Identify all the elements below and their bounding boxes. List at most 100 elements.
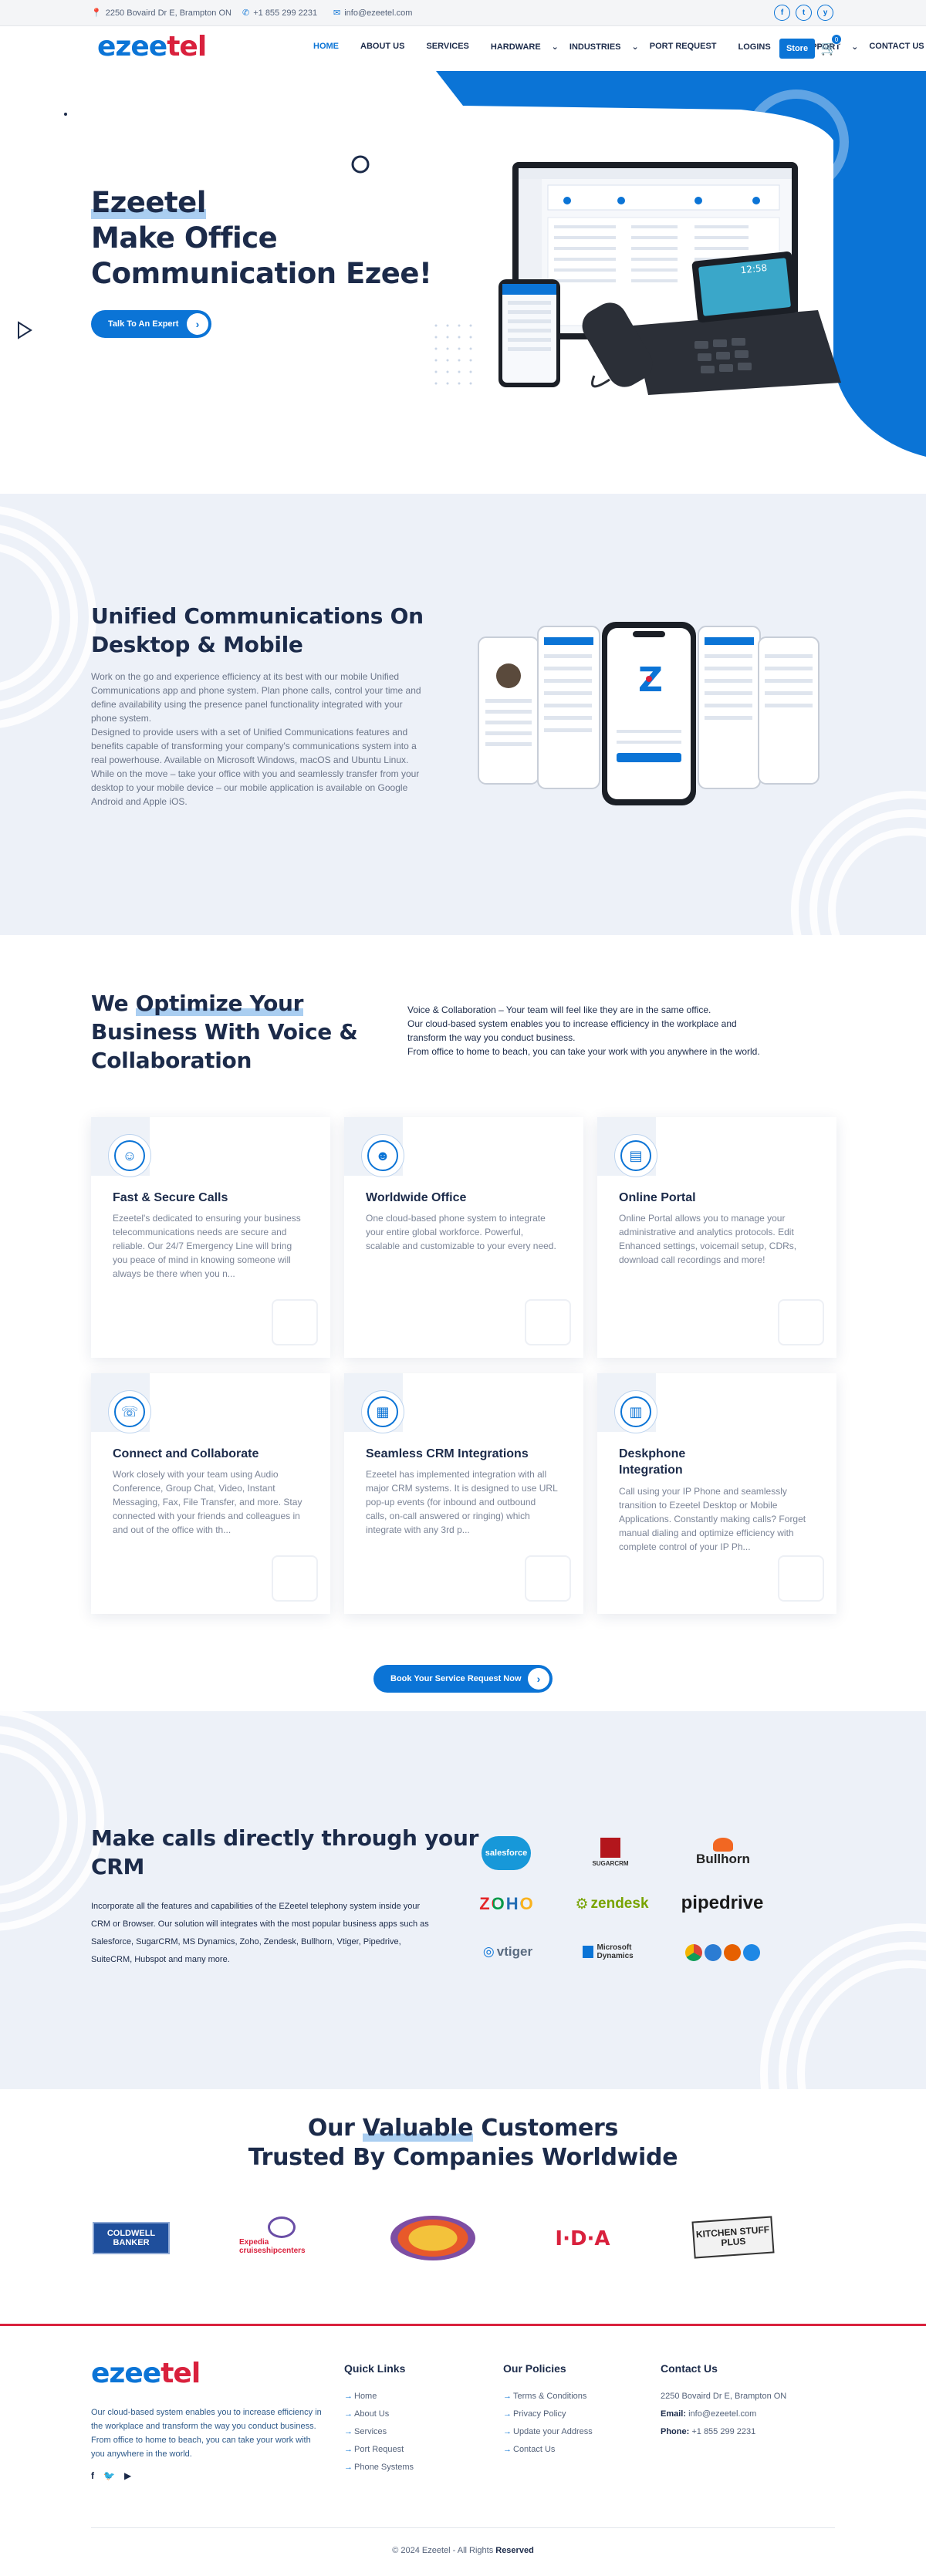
feature-card-deskphone[interactable]: ▥ Deskphone Integration Call using your …: [597, 1373, 836, 1614]
book-service-request-button[interactable]: Book Your Service Request Now ›: [373, 1665, 553, 1693]
uc-description: Work on the go and experience efficiency…: [91, 670, 431, 809]
footer-link-phone-systems[interactable]: → Phone Systems: [344, 2463, 414, 2472]
nav-home[interactable]: HOME: [313, 42, 350, 52]
circus-brand-logo: [390, 2216, 475, 2260]
customers-title-word: Our: [307, 2115, 363, 2142]
sugarcrm-label: SUGARCRM: [592, 1860, 629, 1867]
store-button[interactable]: Store: [779, 39, 815, 59]
hero-dot-pattern: [434, 324, 472, 385]
footer-link-privacy[interactable]: → Privacy Policy: [503, 2409, 593, 2419]
chevron-down-icon: ⌄: [551, 42, 559, 52]
youtube-icon[interactable]: y: [817, 5, 833, 21]
hero-line-2: Make Office: [91, 221, 278, 255]
footer-contact: Contact Us 2250 Bovaird Dr E, Brampton O…: [661, 2362, 846, 2445]
kitchen-stuff-plus-logo: KITCHEN STUFF PLUS: [691, 2216, 775, 2259]
firefox-icon: [723, 1944, 741, 1961]
feature-card-collaborate[interactable]: ☏ Connect and Collaborate Work closely w…: [91, 1373, 330, 1614]
footer-link-terms[interactable]: → Terms & Conditions: [503, 2392, 593, 2401]
copyright: © 2024 Ezeetel - All Rights Reserved: [0, 2546, 926, 2555]
collaborate-icon: ☏: [114, 1396, 145, 1427]
footer-link-contact[interactable]: → Contact Us: [503, 2445, 593, 2454]
hero-line-brand: Ezeetel: [91, 185, 431, 221]
bullhorn-logo: Bullhorn: [688, 1833, 758, 1872]
arrow-right-icon: ›: [187, 313, 208, 335]
footer-link-port-request[interactable]: → Port Request: [344, 2445, 414, 2454]
footer-link-home[interactable]: → Home: [344, 2392, 414, 2401]
chrome-icon: [684, 1944, 702, 1961]
footer-link-update-address[interactable]: → Update your Address: [503, 2427, 593, 2436]
nav-hardware[interactable]: HARDWARE ⌄: [491, 42, 559, 52]
ezeetel-logo[interactable]: ezeetel: [97, 31, 207, 62]
footer-phone-value[interactable]: +1 855 299 2231: [691, 2427, 755, 2436]
optimize-desc-line: transform the way you conduct business.: [407, 1032, 576, 1043]
nav-industries[interactable]: INDUSTRIES ⌄: [569, 42, 639, 52]
phone-text[interactable]: +1 855 299 2231: [253, 8, 317, 18]
sugarcrm-logo: SUGARCRM: [583, 1833, 637, 1872]
hero-brand-word: Ezeetel: [91, 186, 206, 219]
footer-link-label: Terms & Conditions: [513, 2392, 587, 2401]
arrow-right-icon: ›: [528, 1668, 549, 1690]
sugarcrm-cube-icon: [600, 1838, 620, 1858]
ida-logo: I·D·A: [555, 2227, 610, 2250]
nav-services[interactable]: SERVICES: [426, 42, 479, 52]
customers-title: Our Valuable Customers Trusted By Compan…: [0, 2114, 926, 2173]
main-header: ezeetel HOME ABOUT US SERVICES HARDWARE ⌄…: [0, 26, 926, 71]
expedia-cruise-logo: Expedia cruiseshipcenters: [239, 2214, 324, 2257]
uc-paragraph: Designed to provide users with a set of …: [91, 727, 417, 765]
zendesk-logo: ⚙ zendesk: [569, 1892, 654, 1916]
card-text: Online Portal allows you to manage your …: [619, 1213, 797, 1265]
footer-ezeetel-logo[interactable]: ezeetel: [91, 2358, 201, 2389]
footer-email-value[interactable]: info@ezeetel.com: [688, 2409, 756, 2419]
facebook-icon[interactable]: f: [91, 2470, 94, 2481]
zoho-logo: ZOHO: [472, 1892, 542, 1916]
twitter-icon[interactable]: t: [796, 5, 812, 21]
browser-logos: [684, 1941, 761, 1964]
customers-title-word: Customers: [473, 2115, 619, 2142]
nav-label: HOME: [313, 42, 339, 51]
vtiger-logo: ◎ vtiger: [472, 1940, 543, 1964]
crm-title-line1: Make calls directly through your: [91, 1825, 479, 1851]
nav-label: ABOUT US: [360, 42, 405, 51]
feature-card-secure-calls[interactable]: ☺ Fast & Secure Calls Ezeetel's dedicate…: [91, 1117, 330, 1358]
uc-title: Unified Communications On Desktop & Mobi…: [91, 602, 424, 659]
deskphone-icon: ▥: [620, 1396, 651, 1427]
vtiger-label: vtiger: [496, 1944, 533, 1959]
crm-title: Make calls directly through your CRM: [91, 1824, 478, 1881]
talk-to-expert-button[interactable]: Talk To An Expert ›: [91, 310, 211, 338]
talk-to-expert-label: Talk To An Expert: [108, 319, 179, 329]
nav-port-request[interactable]: PORT REQUEST: [650, 42, 728, 52]
nav-about-us[interactable]: ABOUT US: [360, 42, 415, 52]
footer-link-about[interactable]: → About Us: [344, 2409, 414, 2419]
facebook-icon[interactable]: f: [774, 5, 790, 21]
footer-link-label: Home: [354, 2392, 377, 2401]
expedia-cruise-label: Expedia cruiseshipcenters: [239, 2238, 306, 2255]
twitter-icon[interactable]: 🐦: [103, 2470, 115, 2481]
nav-label: INDUSTRIES: [569, 42, 621, 52]
footer-email[interactable]: Email: info@ezeetel.com: [661, 2409, 846, 2419]
feature-card-online-portal[interactable]: ▤ Online Portal Online Portal allows you…: [597, 1117, 836, 1358]
logo-part-tel: tel: [161, 2358, 201, 2389]
crm-description: Incorporate all the features and capabil…: [91, 1902, 429, 1964]
youtube-icon[interactable]: ▶: [124, 2470, 131, 2481]
feature-card-worldwide-office[interactable]: ☻ Worldwide Office One cloud-based phone…: [344, 1117, 583, 1358]
zendesk-label: zendesk: [590, 1896, 649, 1912]
optimize-title-line2: Business With Voice &: [91, 1019, 358, 1045]
phone-info[interactable]: ✆ +1 855 299 2231: [242, 8, 317, 19]
footer-link-label: Contact Us: [513, 2445, 556, 2454]
feature-card-crm[interactable]: ▦ Seamless CRM Integrations Ezeetel has …: [344, 1373, 583, 1614]
card-text: Call using your IP Phone and seamlessly …: [619, 1486, 806, 1552]
logo-part-tel: tel: [167, 31, 207, 62]
footer-quick-links: Quick Links → Home → About Us → Services → P…: [344, 2362, 414, 2480]
footer-link-services[interactable]: → Services: [344, 2427, 414, 2436]
secure-calls-icon: ☺: [114, 1140, 145, 1171]
ms-dynamics-icon: [582, 1946, 593, 1958]
footer-phone[interactable]: Phone: +1 855 299 2231: [661, 2427, 846, 2436]
nav-contact-us[interactable]: CONTACT US: [869, 42, 926, 52]
email-text[interactable]: info@ezeetel.com: [344, 8, 412, 18]
uc-title-line1: Unified Communications On: [91, 603, 424, 629]
optimize-desc-line: From office to home to beach, you can ta…: [407, 1046, 760, 1057]
copyright-reserved: Reserved: [495, 2546, 534, 2555]
quick-links-heading: Quick Links: [344, 2362, 406, 2375]
email-info[interactable]: ✉ info@ezeetel.com: [333, 8, 412, 19]
online-portal-icon: ▤: [620, 1140, 651, 1171]
